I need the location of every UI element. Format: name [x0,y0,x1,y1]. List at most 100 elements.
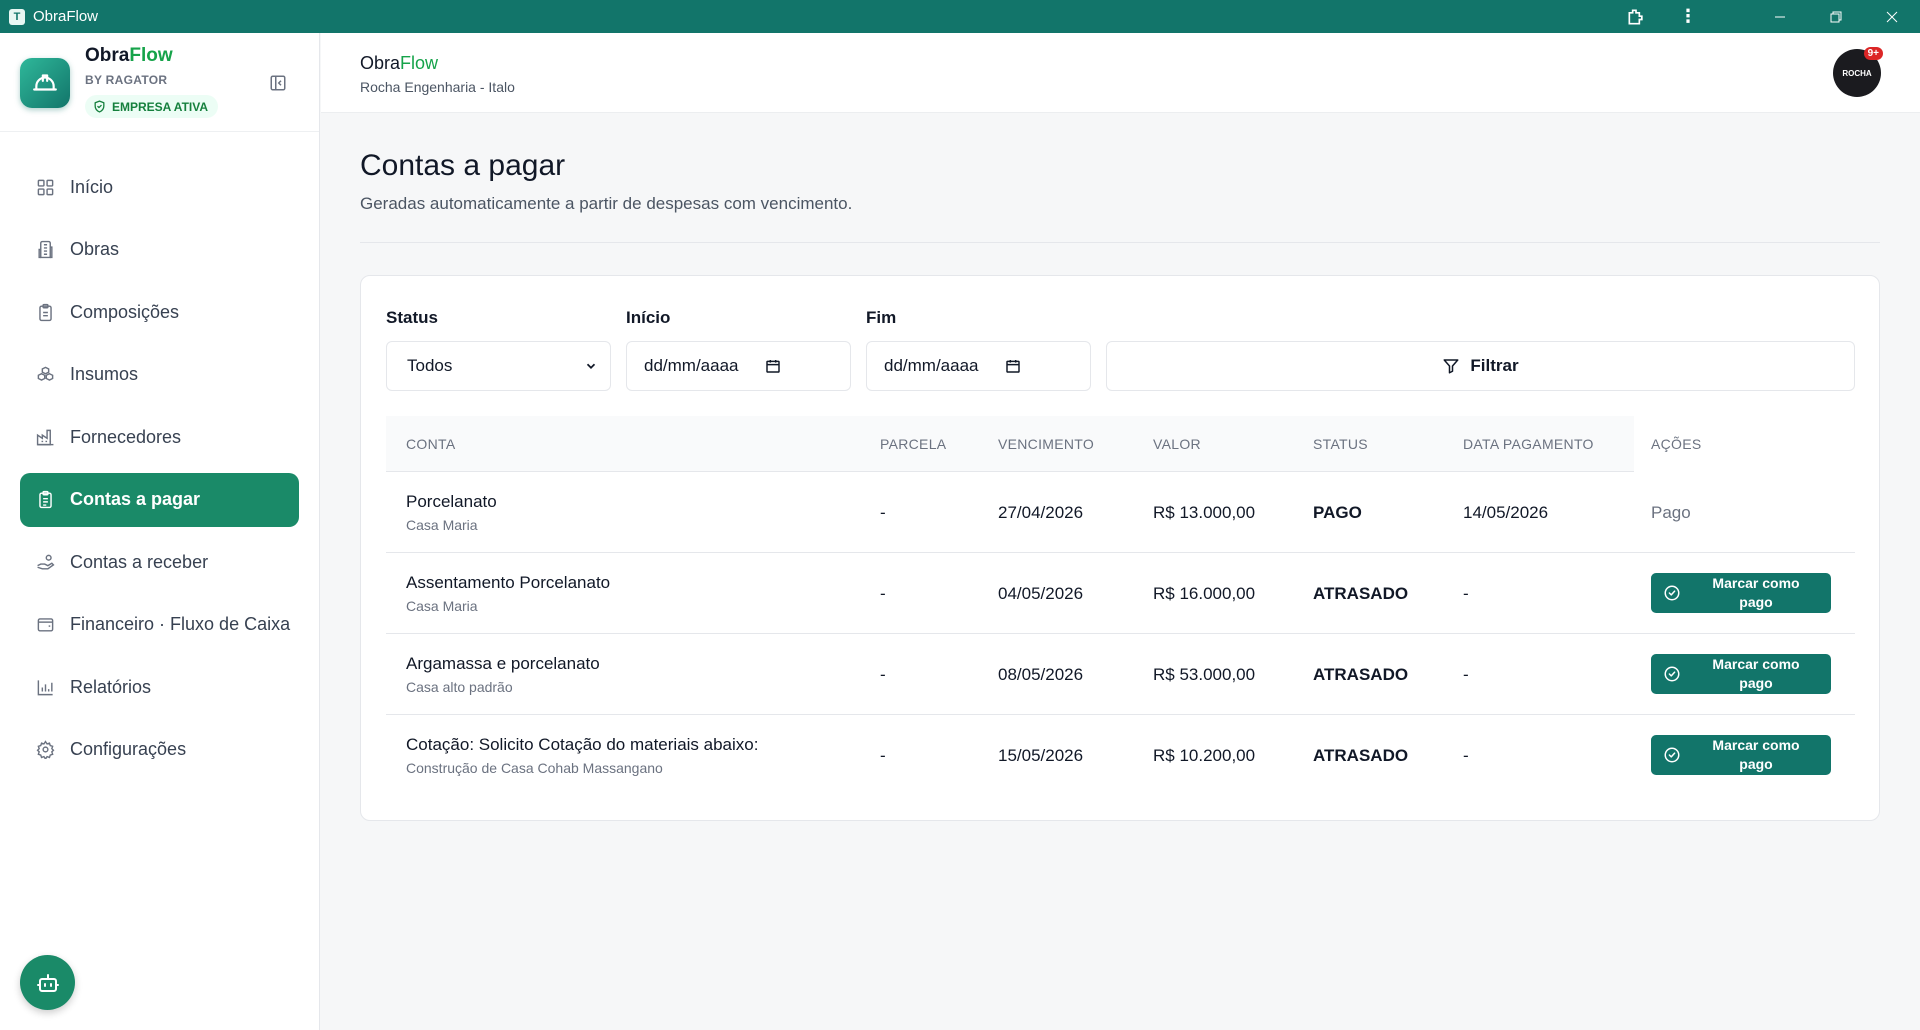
grid-icon [35,177,55,197]
col-vencimento: VENCIMENTO [998,436,1095,452]
company-name: Rocha Engenharia - Italo [360,79,515,95]
account-data-pagamento: - [1463,584,1469,603]
col-parcela: PARCELA [880,436,947,452]
end-date-input[interactable]: dd/mm/aaaa [866,341,1091,391]
start-date-input[interactable]: dd/mm/aaaa [626,341,851,391]
sidebar-item-label: Início [70,176,114,197]
end-date-label: Fim [866,308,897,327]
status-select-value: Todos [407,356,453,375]
account-project: Casa Maria [406,598,478,614]
calendar-icon [765,360,780,373]
status-badge: ATRASADO [1313,746,1409,765]
hand-coins-icon [35,552,55,572]
factory-icon [35,427,55,447]
account-project: Casa alto padrão [406,679,513,695]
clipboard-icon [35,302,55,322]
sidebar-item-fornecedores[interactable]: Fornecedores [20,410,299,464]
sidebar-item-obras[interactable]: Obras [20,223,299,277]
account-parcela: - [880,503,886,522]
account-parcela: - [880,584,886,603]
table-header: CONTA PARCELA VENCIMENTO VALOR STATUS DA… [386,416,1855,472]
table-row: Assentamento Porcelanato Casa Maria - 04… [386,553,1855,634]
sidebar-item-label: Contas a receber [70,551,209,572]
status-select[interactable]: Todos [386,341,611,391]
account-vencimento: 27/04/2026 [998,503,1084,522]
page-subtitle: Geradas automaticamente a partir de desp… [360,194,853,213]
brand-name: ObraFlow [85,45,173,66]
status-filter-label: Status [386,308,438,327]
brand-by: BY RAGATOR [85,73,168,87]
sidebar-item-composicoes[interactable]: Composições [20,285,299,339]
hard-hat-logo-icon [20,58,70,108]
wallet-icon [35,615,55,635]
title-bar: T ObraFlow ⋮ [0,0,1920,33]
header-brand: ObraFlow [360,53,439,73]
boxes-icon [35,365,55,385]
table-row: Argamassa e porcelanato Casa alto padrão… [386,634,1855,715]
col-acoes: AÇÕES [1651,436,1702,452]
sidebar-item-contas-a-receber[interactable]: Contas a receber [20,535,299,589]
sidebar-item-contas-a-pagar[interactable]: Contas a pagar [20,472,299,527]
top-header: ObraFlow Rocha Engenharia - Italo ROCHA … [321,33,1920,113]
window-title: ObraFlow [33,8,99,25]
start-date-label: Início [626,308,671,327]
clipboard-list-icon [35,490,55,510]
divider [360,242,1880,243]
sidebar-item-insumos[interactable]: Insumos [20,348,299,402]
sidebar-collapse-icon[interactable] [269,74,287,92]
minimize-button[interactable] [1752,0,1808,33]
status-badge: ATRASADO [1313,665,1409,684]
account-valor: R$ 53.000,00 [1153,665,1256,684]
extensions-icon[interactable] [1612,0,1660,33]
more-options-icon[interactable]: ⋮ [1664,0,1712,33]
account-project: Construção de Casa Cohab Massangano [406,760,663,776]
paid-label: Pago [1651,503,1691,522]
filter-button-label: Filtrar [1470,356,1519,375]
sidebar-item-financeiro[interactable]: Financeiro · Fluxo de Caixa [20,598,299,652]
sidebar-item-label: Relatórios [70,676,152,697]
sidebar-item-relatorios[interactable]: Relatórios [20,660,299,714]
account-valor: R$ 16.000,00 [1153,584,1256,603]
account-vencimento: 08/05/2026 [998,665,1084,684]
restore-button[interactable] [1808,0,1864,33]
status-badge: ATRASADO [1313,584,1409,603]
col-status: STATUS [1313,436,1368,452]
filter-icon [1443,359,1459,374]
mark-as-paid-button[interactable]: Marcar como pago [1651,654,1831,694]
filter-button[interactable]: Filtrar [1106,341,1855,391]
avatar-logo-text: ROCHA [1842,68,1872,78]
table-row: Porcelanato Casa Maria - 27/04/2026 R$ 1… [386,472,1855,553]
account-data-pagamento: 14/05/2026 [1463,503,1549,522]
app-icon: T [9,8,25,25]
assistant-bot-button[interactable] [20,955,75,1010]
sidebar-item-label: Configurações [70,739,187,759]
account-vencimento: 15/05/2026 [998,746,1084,765]
account-name: Argamassa e porcelanato [406,654,600,673]
account-parcela: - [880,665,886,684]
sidebar-item-label: Composições [70,301,180,322]
end-date-placeholder: dd/mm/aaaa [884,356,979,375]
calendar-icon [1005,360,1020,373]
close-button[interactable] [1864,0,1920,33]
sidebar-item-inicio[interactable]: Início [20,160,299,214]
account-parcela: - [880,746,886,765]
building-icon [35,240,55,260]
col-valor: VALOR [1153,436,1201,452]
mark-as-paid-label: Marcar como pago [1712,737,1800,772]
sidebar-nav: Início Obras Composições Insumos Fornece… [20,160,299,785]
avatar[interactable]: ROCHA 9+ [1833,47,1883,97]
mark-as-paid-button[interactable]: Marcar como pago [1651,573,1831,613]
account-data-pagamento: - [1463,746,1469,765]
check-circle-icon [1664,585,1680,601]
bar-chart-icon [35,677,55,697]
col-data-pagamento: DATA PAGAMENTO [1463,436,1594,452]
accounts-card: Status Início Fim Todos dd/mm/aaaa dd/mm… [360,275,1880,821]
bot-icon [36,973,59,992]
sidebar-item-label: Fornecedores [70,426,182,447]
account-valor: R$ 10.200,00 [1153,746,1256,765]
table-row: Cotação: Solicito Cotação do materiais a… [386,715,1855,796]
main-content: Contas a pagar Geradas automaticamente a… [321,113,1920,1030]
sidebar-item-configuracoes[interactable]: Configurações [20,723,299,777]
account-valor: R$ 13.000,00 [1153,503,1256,522]
mark-as-paid-button[interactable]: Marcar como pago [1651,735,1831,775]
